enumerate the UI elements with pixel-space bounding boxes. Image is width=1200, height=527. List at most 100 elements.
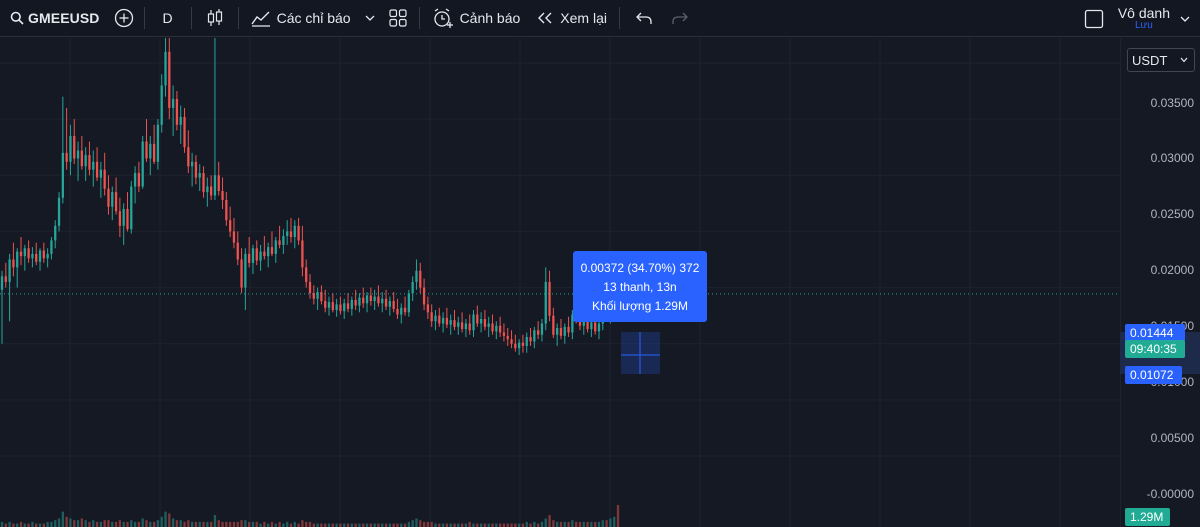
candle-body (164, 51, 167, 86)
candle-body (206, 186, 209, 193)
candle-body (103, 169, 106, 189)
volume-bar (590, 521, 593, 527)
top-toolbar: GMEEUSD D Các chỉ báo Cảnh báo Xem lại V… (0, 0, 1200, 37)
volume-bar (95, 521, 99, 527)
candle-body (221, 191, 224, 200)
layout-button[interactable] (381, 0, 415, 37)
currency-select[interactable]: USDT (1127, 48, 1195, 72)
candle-body (267, 247, 270, 257)
candle-body (521, 342, 525, 346)
candle-body (305, 267, 308, 282)
volume-bar (305, 521, 308, 527)
candle-body (244, 253, 247, 288)
candle-body (422, 287, 426, 305)
candle-body (293, 225, 296, 238)
candle-body (308, 281, 312, 294)
candle-body (160, 85, 163, 125)
candle-body (331, 302, 334, 311)
candle-body (259, 251, 262, 261)
redo-button[interactable] (664, 0, 696, 37)
currency-label: USDT (1132, 52, 1168, 68)
volume-bar (57, 518, 61, 527)
alert-label: Cảnh báo (459, 10, 521, 26)
candle-body (23, 248, 26, 257)
tooltip-change: 0.00372 (34.70%) 372 (580, 260, 700, 275)
candle-body (350, 299, 353, 309)
volume-bar (209, 521, 213, 527)
candle-body (187, 147, 190, 167)
volume-bar (407, 521, 411, 527)
volume-bar (206, 521, 209, 527)
volume-tag: 1.29M (1125, 508, 1170, 526)
indicators-icon (251, 9, 271, 27)
replay-button[interactable]: Xem lại (528, 0, 615, 37)
symbol-search[interactable]: GMEEUSD (0, 0, 108, 37)
volume-bar (495, 523, 498, 527)
chart-type-button[interactable] (196, 0, 234, 37)
candle-body (16, 251, 19, 268)
volume-bar (396, 523, 399, 527)
volume-bar (65, 516, 68, 527)
grid-layout-icon (388, 9, 407, 27)
candle-body (472, 314, 475, 331)
user-menu[interactable]: Vô danh Lưu (1118, 6, 1170, 31)
volume-bar (586, 521, 589, 527)
volume-bar (198, 521, 201, 527)
volume-bar (149, 521, 152, 527)
candle-body (510, 339, 513, 344)
user-area: Vô danh Lưu (1078, 0, 1200, 37)
candle-body (99, 169, 103, 178)
volume-bar (544, 518, 547, 527)
candle-body (316, 292, 319, 299)
compare-symbol-button[interactable] (108, 0, 140, 37)
candle-body (236, 242, 239, 260)
indicators-label: Các chỉ báo (276, 10, 351, 26)
volume-bar (575, 521, 578, 527)
candle-body (194, 161, 198, 178)
volume-bar (320, 523, 323, 527)
volume-bar (0, 521, 4, 527)
volume-bar (419, 520, 422, 527)
volume-bar (510, 523, 513, 527)
candle-body (35, 253, 38, 262)
candle-body (411, 281, 414, 294)
indicators-dropdown[interactable] (359, 0, 381, 37)
volume-bar (156, 520, 160, 527)
candle-body (324, 301, 327, 308)
volume-bar (114, 521, 118, 527)
volume-bar (479, 523, 483, 527)
axis-tick-label: 0.03500 (1150, 96, 1194, 110)
volume-bar (316, 523, 319, 527)
candle-body (8, 259, 11, 282)
axis-tick-label: 0.02000 (1150, 263, 1194, 277)
volume-bar (483, 523, 487, 527)
volume-bar (88, 521, 91, 527)
volume-bar (464, 523, 468, 527)
volume-bar (54, 520, 57, 527)
volume-bar (46, 521, 49, 527)
volume-bar (240, 520, 243, 527)
interval-button[interactable]: D (149, 0, 187, 37)
candle-body (42, 250, 45, 259)
volume-bar (498, 523, 502, 527)
volume-bar (31, 521, 34, 527)
layout-toggle-button[interactable] (1078, 0, 1110, 37)
interval-label: D (162, 10, 173, 26)
candle-body (118, 211, 122, 226)
price-axis[interactable]: 0.03500 0.03000 0.02500 0.02000 0.01500 … (1120, 38, 1200, 527)
volume-bar (19, 521, 23, 527)
user-menu-dropdown[interactable] (1176, 0, 1200, 37)
volume-bar (362, 523, 365, 527)
indicators-button[interactable]: Các chỉ báo (243, 0, 359, 37)
candle-body (31, 253, 34, 259)
volume-bar (4, 523, 7, 527)
volume-bar (324, 523, 327, 527)
alert-button[interactable]: Cảnh báo (424, 0, 529, 37)
undo-button[interactable] (624, 0, 664, 37)
axis-tick-label: 0.00500 (1150, 431, 1194, 445)
candle-body (145, 141, 148, 159)
candle-body (122, 208, 125, 226)
candle-body (198, 173, 201, 178)
volume-bar (403, 523, 407, 527)
volume-bar (438, 523, 441, 527)
